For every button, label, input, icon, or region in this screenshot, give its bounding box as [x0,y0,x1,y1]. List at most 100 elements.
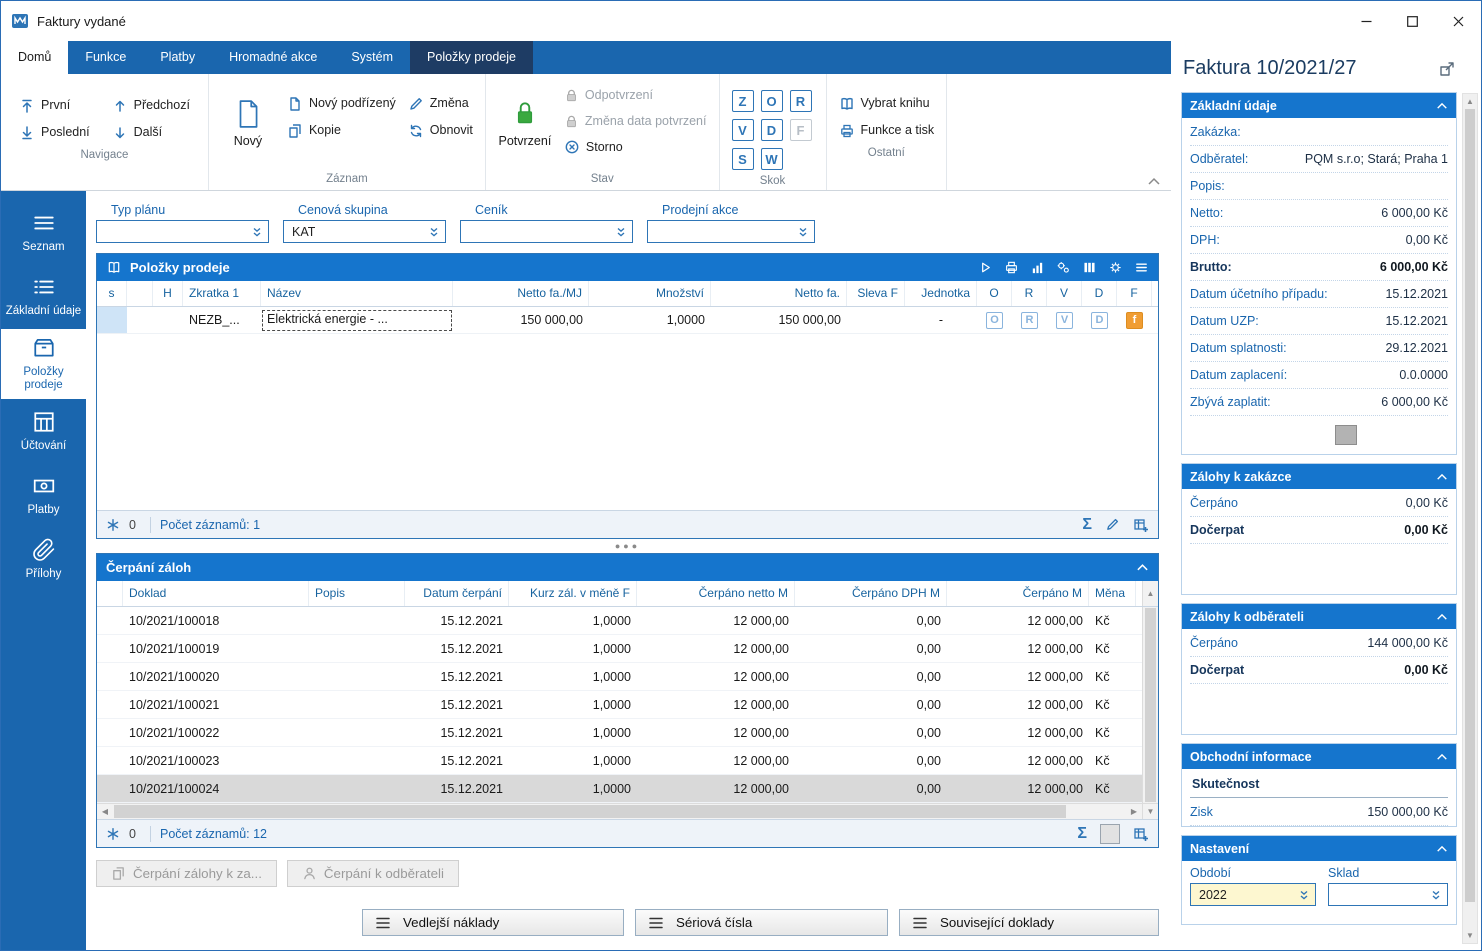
column-header[interactable]: s [97,281,127,306]
scroll-up-arrow[interactable]: ▲ [1142,581,1158,606]
sidebar-item-uctovani[interactable]: Účtování [1,399,86,463]
chart-icon[interactable] [1030,260,1045,275]
section-header-zalohy-k-odberateli[interactable]: Zálohy k odběrateli [1182,604,1456,629]
table-row[interactable]: 10/2021/100021 15.12.2021 1,0000 12 000,… [97,691,1142,719]
edit-icon[interactable] [1105,517,1120,532]
column-header[interactable]: Kurz zál. v měně F [509,581,637,606]
tab-polozky-prodeje[interactable]: Položky prodeje [410,41,533,74]
gears-icon[interactable] [1056,260,1071,275]
tab-hromadne-akce[interactable]: Hromadné akce [212,41,334,74]
cell-netto-fa[interactable]: 150 000,00 [711,313,847,327]
column-header[interactable]: F [1117,281,1152,306]
souvisejici-doklady-button[interactable]: Související doklady [899,909,1159,936]
cell-jednotka[interactable]: - [905,313,977,327]
detail-scrollbar[interactable]: ▲ ▼ [1462,93,1478,944]
jump-s-button[interactable]: S [731,148,754,170]
posledni-button[interactable]: Poslední [13,119,96,146]
tab-domu[interactable]: Domů [1,41,69,74]
column-header[interactable]: Název [261,281,453,306]
kopie-button[interactable]: Kopie [281,117,402,144]
cerpani-k-odberateli-button[interactable]: Čerpání k odběrateli [286,860,459,887]
cell-netto-mj[interactable]: 150 000,00 [453,313,589,327]
section-header-zalohy-k-zakazce[interactable]: Zálohy k zakázce [1182,464,1456,489]
flag-f-badge[interactable]: f [1126,311,1143,329]
tab-funkce[interactable]: Funkce [68,41,143,74]
maximize-button[interactable] [1389,1,1435,41]
asterisk-icon[interactable] [106,518,120,532]
tab-system[interactable]: Systém [334,41,410,74]
column-header[interactable]: Množství [589,281,711,306]
cell-zkratka[interactable]: NEZB_... [183,313,261,327]
sidebar-item-polozky-prodeje[interactable]: Položky prodeje [1,329,86,400]
section-header-zakladni-udaje[interactable]: Základní údaje [1182,93,1456,118]
table-row[interactable]: NEZB_... Elektrická energie - ... 150 00… [97,307,1158,334]
column-header[interactable]: D [1082,281,1117,306]
horizontal-scrollbar[interactable]: ◀ ▶ ▼ [97,803,1158,819]
jump-d-button[interactable]: D [760,119,783,141]
column-header[interactable]: Popis [309,581,405,606]
cenik-combobox[interactable] [460,220,633,243]
close-button[interactable] [1435,1,1481,41]
vedlejsi-naklady-button[interactable]: Vedlejší náklady [362,909,624,936]
tab-skutecnost[interactable]: Skutečnost [1190,774,1448,798]
jump-r-button[interactable]: R [789,90,812,112]
zmena-button[interactable]: Změna [402,90,479,117]
column-header[interactable]: Doklad [123,581,309,606]
popout-icon[interactable] [1439,61,1455,77]
column-header[interactable]: Zkratka 1 [183,281,261,306]
column-header[interactable]: V [1047,281,1082,306]
obdobi-combobox[interactable]: 2022 [1190,883,1316,906]
section-header-obchodni-informace[interactable]: Obchodní informace [1182,744,1456,769]
column-header[interactable]: Čerpáno netto M [637,581,795,606]
scrollbar-thumb[interactable] [1465,109,1475,902]
sidebar-item-prilohy[interactable]: Přílohy [1,527,86,591]
minimize-button[interactable] [1343,1,1389,41]
column-header[interactable]: H [153,281,183,306]
flag-v-badge[interactable]: V [1056,311,1073,329]
flag-r-badge[interactable]: R [1021,311,1038,329]
ribbon-collapse-button[interactable] [1147,177,1161,186]
column-header[interactable] [97,581,123,606]
add-table-icon[interactable] [1133,826,1149,842]
cenova-skupina-combobox[interactable]: KAT [283,220,446,243]
predchozi-button[interactable]: Předchozí [106,92,196,119]
typ-planu-combobox[interactable] [96,220,269,243]
cell-nazev[interactable]: Elektrická energie - ... [261,309,453,332]
scrollbar-thumb[interactable] [1145,608,1156,802]
column-header[interactable]: Měna [1089,581,1136,606]
column-header[interactable]: Netto fa. [711,281,847,306]
column-header[interactable]: Datum čerpání [405,581,509,606]
cerpani-zalohy-k-zakazce-button[interactable]: Čerpání zálohy k za... [96,860,277,887]
table-row[interactable]: 10/2021/100023 15.12.2021 1,0000 12 000,… [97,747,1142,775]
scroll-up-arrow[interactable]: ▲ [1463,94,1477,109]
tab-platby[interactable]: Platby [143,41,212,74]
novy-podrizeny-button[interactable]: Nový podřízený [281,90,402,117]
scroll-down-arrow[interactable]: ▼ [1463,928,1477,943]
play-icon[interactable] [978,260,993,275]
table-row[interactable]: 10/2021/100020 15.12.2021 1,0000 12 000,… [97,663,1142,691]
prvni-button[interactable]: První [13,92,96,119]
table-row[interactable]: 10/2021/100019 15.12.2021 1,0000 12 000,… [97,635,1142,663]
jump-z-button[interactable]: Z [731,90,754,112]
sidebar-item-platby[interactable]: Platby [1,463,86,527]
column-header[interactable]: R [1012,281,1047,306]
settings-gear-icon[interactable] [1108,260,1123,275]
toggle-button[interactable] [1100,823,1120,844]
scrollbar-thumb[interactable] [114,805,1067,818]
novy-button[interactable]: Nový [215,76,281,170]
jump-w-button[interactable]: W [760,148,783,170]
flag-d-badge[interactable]: D [1091,311,1108,329]
sklad-combobox[interactable] [1328,883,1448,906]
obnovit-button[interactable]: Obnovit [402,117,479,144]
column-header[interactable]: Jednotka [905,281,977,306]
flag-o-badge[interactable]: O [986,311,1003,329]
scroll-right-arrow[interactable]: ▶ [1126,804,1142,819]
vybrat-knihu-button[interactable]: Vybrat knihu [833,90,941,117]
cell-mnozstvi[interactable]: 1,0000 [589,313,711,327]
collapse-icon[interactable] [1136,563,1149,572]
column-header[interactable]: Čerpáno DPH M [795,581,947,606]
column-header[interactable]: Sleva F [847,281,905,306]
sum-icon[interactable]: Σ [1082,516,1092,533]
sum-icon[interactable]: Σ [1077,825,1087,842]
column-header[interactable] [127,281,153,306]
